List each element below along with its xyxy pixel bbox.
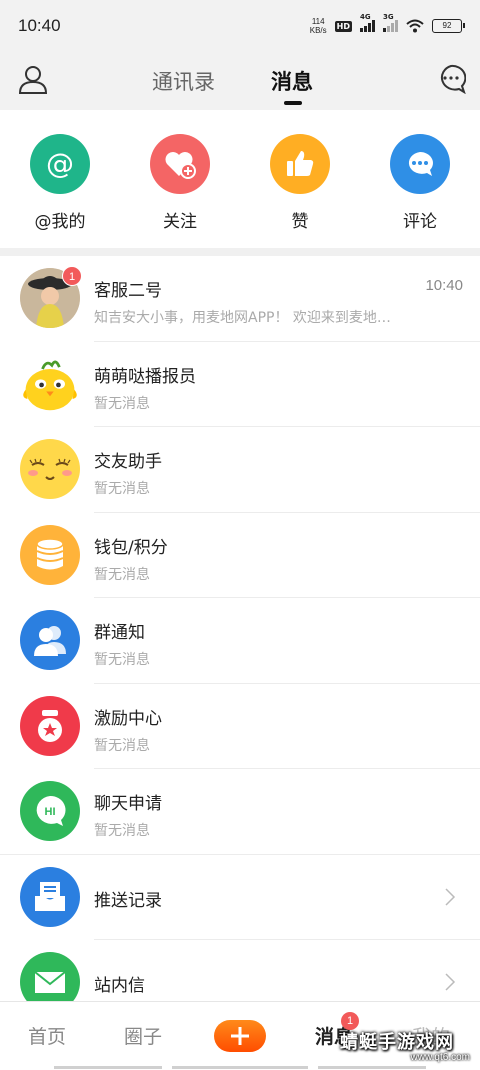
list-item-customer-service[interactable]: 1 客服二号 10:40 知吉安大小事，用麦地网APP！ 欢迎来到麦地… (0, 256, 480, 342)
status-time: 10:40 (18, 16, 61, 35)
smiley-icon (20, 439, 80, 499)
plus-icon (231, 1027, 249, 1045)
item-title: 交友助手 (94, 452, 162, 472)
signal-4g-icon: 4G (360, 13, 375, 32)
item-subtitle: 暂无消息 (94, 566, 150, 583)
chevron-right-icon (445, 973, 456, 991)
quick-action-comment[interactable]: 评论 (380, 134, 460, 232)
watermark-text: 蜻蜓手游戏网 (340, 1032, 454, 1053)
chick-icon (20, 354, 80, 414)
active-tab-indicator (284, 101, 302, 105)
svg-text:@: @ (46, 147, 74, 180)
comment-icon (390, 134, 450, 194)
user-icon[interactable] (18, 64, 48, 94)
quick-action-label: 赞 (291, 212, 309, 232)
list-item-friend-assistant[interactable]: 交友助手 暂无消息 (0, 427, 480, 513)
tab-contacts[interactable]: 通讯录 (152, 66, 215, 96)
list-item-incentive-center[interactable]: 激励中心 暂无消息 (0, 684, 480, 769)
heart-plus-icon (150, 134, 210, 194)
watermark: 蜻蜓手游戏网 www.qt6.com (340, 1028, 470, 1063)
list-item-broadcaster[interactable]: 萌萌哒播报员 暂无消息 (0, 342, 480, 427)
at-icon: @ (30, 134, 90, 194)
item-time: 10:40 (425, 277, 463, 294)
nav-underline (54, 1066, 162, 1069)
signal-3g-icon: 3G (383, 13, 398, 32)
item-title: 聊天申请 (94, 794, 162, 814)
quick-action-like[interactable]: 赞 (260, 134, 340, 232)
item-title: 激励中心 (94, 708, 162, 729)
chat-bubble-icon[interactable] (436, 64, 466, 94)
quick-action-follow[interactable]: 关注 (140, 134, 220, 232)
wifi-icon (406, 19, 424, 33)
quick-action-label: 评论 (403, 212, 437, 232)
group-icon (20, 610, 80, 670)
speed-value: 114 (311, 17, 325, 26)
item-title: 钱包/积分 (94, 537, 168, 558)
item-title: 萌萌哒播报员 (94, 366, 196, 387)
net-3g-label: 3G (383, 13, 394, 21)
status-bar: 10:40 114 KB/s HD 4G 3G 92 (0, 0, 480, 52)
network-speed: 114 KB/s (310, 17, 327, 35)
item-title: 推送记录 (94, 890, 162, 911)
status-icons: 114 KB/s HD 4G 3G 92 (310, 13, 465, 35)
speed-unit: KB/s (309, 26, 327, 35)
item-title: 站内信 (94, 976, 145, 996)
list-item-wallet-points[interactable]: 钱包/积分 暂无消息 (0, 513, 480, 598)
list-item-group-notice[interactable]: 群通知 暂无消息 (0, 598, 480, 684)
hi-icon: HI (20, 781, 80, 841)
inbox-icon (20, 866, 80, 927)
add-button[interactable] (214, 1020, 266, 1052)
unread-badge: 1 (62, 266, 82, 286)
list-item-chat-request[interactable]: HI 聊天申请 暂无消息 (0, 769, 480, 855)
item-subtitle: 知吉安大小事，用麦地网APP！ 欢迎来到麦地… (94, 310, 391, 326)
battery-icon: 92 (432, 19, 465, 33)
nav-circle[interactable]: 圈子 (124, 1022, 162, 1049)
quick-action-label: @我的 (34, 212, 86, 232)
coins-icon (20, 524, 80, 585)
item-subtitle: 暂无消息 (94, 823, 150, 839)
quick-action-label: 关注 (163, 212, 197, 232)
item-subtitle: 暂无消息 (94, 481, 150, 497)
item-subtitle: 暂无消息 (94, 652, 150, 668)
net-4g-label: 4G (360, 13, 371, 21)
list-item-push-records[interactable]: 推送记录 (0, 855, 480, 940)
nav-home[interactable]: 首页 (28, 1022, 66, 1049)
nav-underline (318, 1066, 426, 1069)
quick-actions: @ @我的 关注 赞 评论 (0, 110, 480, 248)
header: 通讯录 消息 (0, 52, 480, 110)
section-separator (0, 248, 480, 256)
chevron-right-icon (445, 887, 456, 906)
message-list: 1 客服二号 10:40 知吉安大小事，用麦地网APP！ 欢迎来到麦地… 萌萌哒… (0, 256, 480, 1026)
tab-messages[interactable]: 消息 (271, 66, 313, 96)
quick-action-at-me[interactable]: @ @我的 (20, 134, 100, 232)
nav-underline (172, 1066, 308, 1069)
thumbs-up-icon (270, 134, 330, 194)
avatar: 1 (20, 266, 82, 328)
medal-icon (20, 695, 80, 756)
item-title: 群通知 (94, 623, 145, 643)
hd-icon: HD (334, 20, 352, 32)
item-subtitle: 暂无消息 (94, 737, 150, 754)
item-subtitle: 暂无消息 (94, 395, 150, 412)
svg-text:HI: HI (45, 806, 56, 818)
item-title: 客服二号 (94, 281, 162, 301)
